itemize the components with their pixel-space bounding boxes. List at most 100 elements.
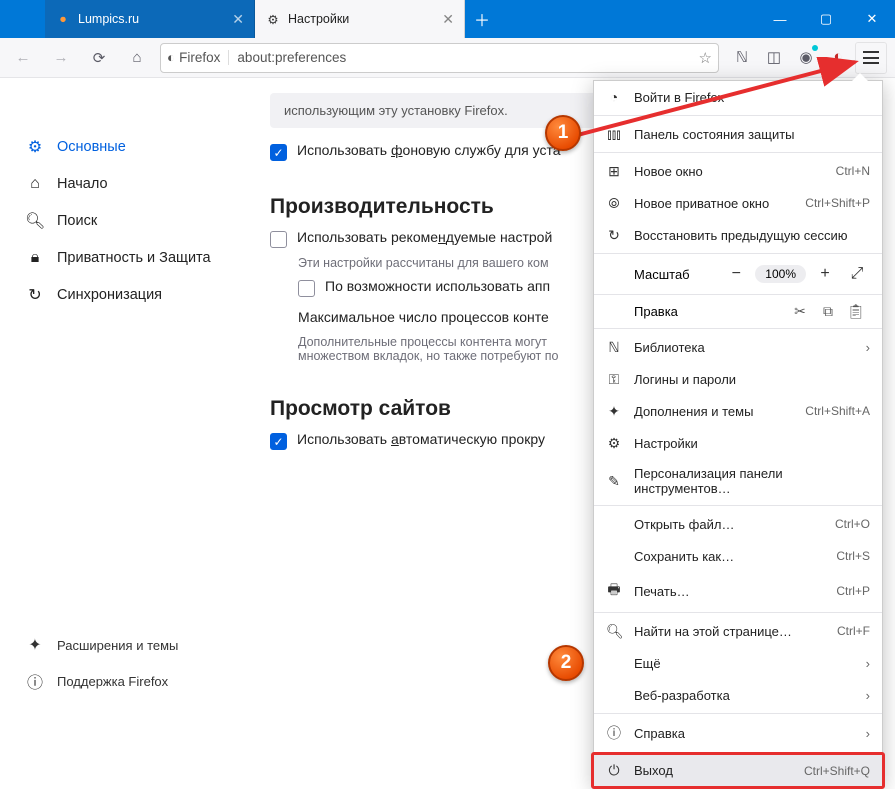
sidebar-item-extensions[interactable]: ✦ Расширения и темы	[15, 628, 235, 662]
callout-2: 2	[548, 645, 584, 681]
library-icon[interactable]: ℕ	[727, 42, 757, 72]
account-icon[interactable]: ◉	[791, 42, 821, 72]
sidebar-item-privacy[interactable]: 🔒︎ Приватность и Защита	[15, 240, 235, 276]
menu-new-window[interactable]: ⊞Новое окноCtrl+N	[594, 155, 882, 187]
toolbar: ← → ⟳ ⌂ ◐ Firefox about:preferences ☆ ℕ …	[0, 38, 895, 78]
firefox-icon: ◐	[167, 50, 175, 65]
gear-icon: ⚙	[265, 11, 281, 27]
menu-logins[interactable]: ⚿Логины и пароли	[594, 363, 882, 395]
print-icon: 🖶	[606, 579, 622, 603]
menu-new-private[interactable]: ⦾Новое приватное окноCtrl+Shift+P	[594, 187, 882, 219]
cut-icon[interactable]: ✂	[786, 303, 814, 320]
favicon-lumpics: ●	[55, 11, 71, 27]
url-text: about:preferences	[237, 50, 690, 65]
extension-icon[interactable]: ◐	[823, 42, 853, 72]
sidebar-item-support[interactable]: ⓘ Поддержка Firefox	[15, 662, 235, 700]
puzzle-icon: ✦	[606, 403, 622, 420]
tab-strip: ● Lumpics.ru ✕ ⚙ Настройки ✕ ＋	[0, 0, 757, 38]
back-button[interactable]: ←	[8, 43, 38, 73]
chevron-right-icon: ›	[866, 340, 870, 355]
sidebar-item-search[interactable]: 🔍︎ Поиск	[15, 202, 235, 240]
menu-protection[interactable]: ⫾⫾⫾Панель состояния защиты	[594, 118, 882, 150]
sidebar-label: Поиск	[57, 213, 97, 229]
help-icon: ⓘ	[25, 669, 45, 693]
chevron-right-icon: ›	[866, 656, 870, 671]
sidebar-icon[interactable]: ◫	[759, 42, 789, 72]
tab-lumpics[interactable]: ● Lumpics.ru ✕	[45, 0, 255, 38]
menu-customize[interactable]: ✎Персонализация панели инструментов…	[594, 459, 882, 503]
menu-find[interactable]: 🔍︎Найти на этой странице…Ctrl+F	[594, 615, 882, 647]
menu-library[interactable]: ℕБиблиотека›	[594, 331, 882, 363]
menu-edit: Правка ✂ ⧉ 📋︎	[594, 297, 882, 326]
home-button[interactable]: ⌂	[122, 43, 152, 73]
preferences-sidebar: ⚙ Основные ⌂ Начало 🔍︎ Поиск 🔒︎ Приватно…	[0, 78, 235, 700]
sidebar-label: Синхронизация	[57, 287, 162, 303]
menu-restore-session[interactable]: ↻Восстановить предыдущую сессию	[594, 219, 882, 251]
checkbox-label: Использовать фоновую службу для уста	[297, 142, 561, 158]
mask-icon: ⦾	[606, 195, 622, 212]
sidebar-item-home[interactable]: ⌂ Начало	[15, 166, 235, 202]
app-menu: ◔Войти в Firefox ⫾⫾⫾Панель состояния защ…	[593, 80, 883, 787]
chevron-right-icon: ›	[866, 688, 870, 703]
url-bar[interactable]: ◐ Firefox about:preferences ☆	[160, 43, 719, 73]
tab-label: Настройки	[288, 12, 435, 26]
menu-exit[interactable]: ⏻ВыходCtrl+Shift+Q	[591, 752, 885, 789]
gear-icon: ⚙	[606, 435, 622, 452]
window-icon: ⊞	[606, 163, 622, 180]
menu-zoom: Масштаб − 100% + ⤢	[594, 256, 882, 292]
menu-webdev[interactable]: Веб-разработка›	[594, 679, 882, 711]
paste-icon[interactable]: 📋︎	[842, 303, 870, 320]
info-text: использующим эту установку Firefox.	[284, 103, 508, 118]
reload-button[interactable]: ⟳	[84, 43, 114, 73]
search-icon: 🔍︎	[606, 623, 622, 640]
user-icon: ◔	[606, 89, 622, 105]
tab-settings[interactable]: ⚙ Настройки ✕	[255, 0, 465, 38]
sidebar-label: Поддержка Firefox	[57, 674, 168, 689]
close-button[interactable]: ✕	[849, 0, 895, 38]
window-controls: — ▢ ✕	[757, 0, 895, 38]
puzzle-icon: ✦	[25, 635, 45, 655]
checkbox-icon	[298, 280, 315, 297]
menu-signin[interactable]: ◔Войти в Firefox	[594, 81, 882, 113]
minimize-button[interactable]: —	[757, 0, 803, 38]
sidebar-item-sync[interactable]: ↻ Синхронизация	[15, 276, 235, 314]
forward-button[interactable]: →	[46, 43, 76, 73]
close-icon[interactable]: ✕	[442, 11, 454, 28]
menu-open-file[interactable]: Открыть файл…Ctrl+O	[594, 508, 882, 540]
menu-more[interactable]: Ещё›	[594, 647, 882, 679]
zoom-out-button[interactable]: −	[723, 262, 749, 286]
maximize-button[interactable]: ▢	[803, 0, 849, 38]
checkbox-label: Использовать автоматическую прокру	[297, 431, 545, 447]
copy-icon[interactable]: ⧉	[814, 303, 842, 320]
sidebar-label: Начало	[57, 176, 108, 192]
checkbox-icon: ✓	[270, 144, 287, 161]
tab-label: Lumpics.ru	[78, 12, 225, 26]
brush-icon: ✎	[606, 473, 622, 490]
checkbox-icon	[270, 231, 287, 248]
sidebar-label: Основные	[57, 139, 126, 155]
callout-1: 1	[545, 115, 581, 151]
lock-icon: 🔒︎	[25, 249, 45, 267]
close-icon[interactable]: ✕	[232, 11, 244, 28]
zoom-in-button[interactable]: +	[812, 262, 838, 286]
help-icon: ⓘ	[606, 723, 622, 743]
identity-label: Firefox	[179, 50, 220, 65]
library-icon: ℕ	[606, 339, 622, 356]
menu-button[interactable]	[855, 42, 887, 74]
checkbox-label: По возможности использовать апп	[325, 278, 550, 294]
fullscreen-button[interactable]: ⤢	[844, 262, 870, 286]
title-bar: ● Lumpics.ru ✕ ⚙ Настройки ✕ ＋ — ▢ ✕	[0, 0, 895, 38]
new-tab-button[interactable]: ＋	[465, 0, 499, 38]
identity-box[interactable]: ◐ Firefox	[167, 50, 229, 65]
bookmark-star-icon[interactable]: ☆	[699, 49, 712, 67]
sidebar-item-general[interactable]: ⚙ Основные	[15, 128, 235, 166]
menu-help[interactable]: ⓘСправка›	[594, 716, 882, 750]
menu-addons[interactable]: ✦Дополнения и темыCtrl+Shift+A	[594, 395, 882, 427]
menu-settings[interactable]: ⚙Настройки	[594, 427, 882, 459]
menu-print[interactable]: 🖶Печать…Ctrl+P	[594, 572, 882, 610]
home-icon: ⌂	[25, 175, 45, 193]
key-icon: ⚿	[606, 371, 622, 388]
restore-icon: ↻	[606, 227, 622, 244]
menu-save-as[interactable]: Сохранить как…Ctrl+S	[594, 540, 882, 572]
chevron-right-icon: ›	[866, 726, 870, 741]
